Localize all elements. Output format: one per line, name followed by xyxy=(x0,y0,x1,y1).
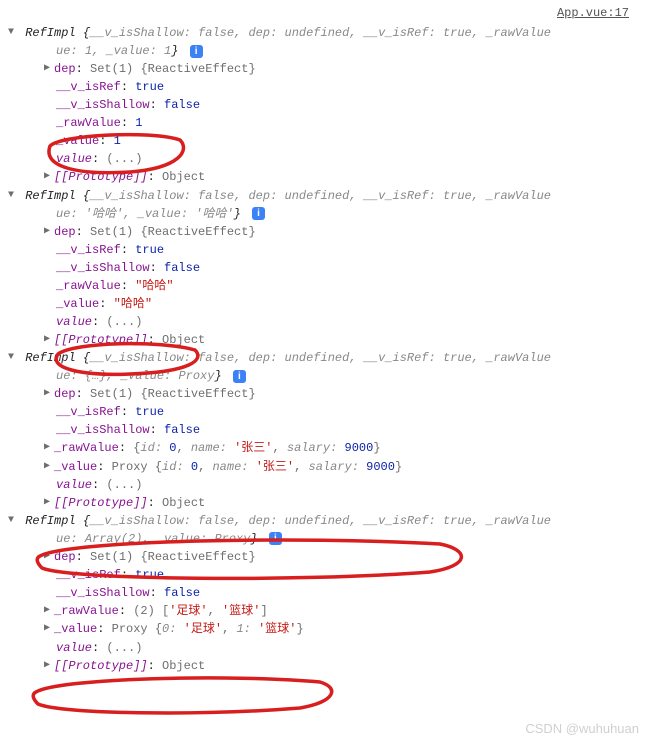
chevron-right-icon[interactable] xyxy=(44,168,54,186)
info-icon[interactable]: i xyxy=(190,45,203,58)
obj3-value[interactable]: value: (...) xyxy=(0,476,647,494)
obj1-isref[interactable]: __v_isRef: true xyxy=(0,78,647,96)
obj1-proto[interactable]: [[Prototype]]: Object xyxy=(0,168,647,186)
info-icon[interactable]: i xyxy=(252,207,265,220)
obj2-isref[interactable]: __v_isRef: true xyxy=(0,241,647,259)
obj3-rawvalue[interactable]: _rawValue: {id: 0, name: '张三', salary: 9… xyxy=(0,439,647,457)
obj3-isref[interactable]: __v_isRef: true xyxy=(0,403,647,421)
obj4-isshallow[interactable]: __v_isShallow: false xyxy=(0,584,647,602)
refimpl-3-summary-line2: ue: {…}, _value: Proxy} i xyxy=(0,367,647,385)
obj1-rawvalue[interactable]: _rawValue: 1 xyxy=(0,114,647,132)
obj4-value[interactable]: value: (...) xyxy=(0,639,647,657)
refimpl-1-summary-line2: ue: 1, _value: 1} i xyxy=(0,42,647,60)
chevron-right-icon[interactable] xyxy=(44,494,54,512)
obj2-isshallow[interactable]: __v_isShallow: false xyxy=(0,259,647,277)
chevron-down-icon[interactable] xyxy=(8,187,18,205)
obj2-dep[interactable]: dep: Set(1) {ReactiveEffect} xyxy=(0,223,647,241)
obj4-dep[interactable]: dep: Set(1) {ReactiveEffect} xyxy=(0,548,647,566)
obj2-rawvalue[interactable]: _rawValue: "哈哈" xyxy=(0,277,647,295)
obj4-isref[interactable]: __v_isRef: true xyxy=(0,566,647,584)
info-icon[interactable]: i xyxy=(233,370,246,383)
refimpl-4-summary-line2: ue: Array(2), _value: Proxy} i xyxy=(0,530,647,548)
chevron-down-icon[interactable] xyxy=(8,512,18,530)
chevron-right-icon[interactable] xyxy=(44,458,54,476)
info-icon[interactable]: i xyxy=(269,532,282,545)
refimpl-4-summary[interactable]: RefImpl {__v_isShallow: false, dep: unde… xyxy=(0,512,647,530)
obj3-proto[interactable]: [[Prototype]]: Object xyxy=(0,494,647,512)
chevron-right-icon[interactable] xyxy=(44,548,54,566)
obj3-isshallow[interactable]: __v_isShallow: false xyxy=(0,421,647,439)
chevron-right-icon[interactable] xyxy=(44,385,54,403)
refimpl-1-summary[interactable]: RefImpl {__v_isShallow: false, dep: unde… xyxy=(0,24,647,42)
obj4-value-u[interactable]: _value: Proxy {0: '足球', 1: '篮球'} xyxy=(0,620,647,638)
obj3-dep[interactable]: dep: Set(1) {ReactiveEffect} xyxy=(0,385,647,403)
console-output: App.vue:17 RefImpl {__v_isShallow: false… xyxy=(0,0,647,675)
chevron-right-icon[interactable] xyxy=(44,602,54,620)
chevron-right-icon[interactable] xyxy=(44,60,54,78)
watermark: CSDN @wuhuhuan xyxy=(525,721,639,736)
chevron-right-icon[interactable] xyxy=(44,620,54,638)
chevron-down-icon[interactable] xyxy=(8,349,18,367)
obj4-rawvalue[interactable]: _rawValue: (2) ['足球', '篮球'] xyxy=(0,602,647,620)
chevron-right-icon[interactable] xyxy=(44,331,54,349)
chevron-right-icon[interactable] xyxy=(44,223,54,241)
obj1-value-u[interactable]: _value: 1 xyxy=(0,132,647,150)
chevron-right-icon[interactable] xyxy=(44,657,54,675)
obj3-value-u[interactable]: _value: Proxy {id: 0, name: '张三', salary… xyxy=(0,458,647,476)
refimpl-3-summary[interactable]: RefImpl {__v_isShallow: false, dep: unde… xyxy=(0,349,647,367)
refimpl-2-summary-line2: ue: '哈哈', _value: '哈哈'} i xyxy=(0,205,647,223)
obj1-value[interactable]: value: (...) xyxy=(0,150,647,168)
source-link[interactable]: App.vue:17 xyxy=(0,4,647,22)
chevron-right-icon[interactable] xyxy=(44,439,54,457)
obj2-value[interactable]: value: (...) xyxy=(0,313,647,331)
obj1-dep[interactable]: dep: Set(1) {ReactiveEffect} xyxy=(0,60,647,78)
chevron-down-icon[interactable] xyxy=(8,24,18,42)
refimpl-2-summary[interactable]: RefImpl {__v_isShallow: false, dep: unde… xyxy=(0,187,647,205)
obj4-proto[interactable]: [[Prototype]]: Object xyxy=(0,657,647,675)
obj2-value-u[interactable]: _value: "哈哈" xyxy=(0,295,647,313)
obj1-isshallow[interactable]: __v_isShallow: false xyxy=(0,96,647,114)
obj2-proto[interactable]: [[Prototype]]: Object xyxy=(0,331,647,349)
